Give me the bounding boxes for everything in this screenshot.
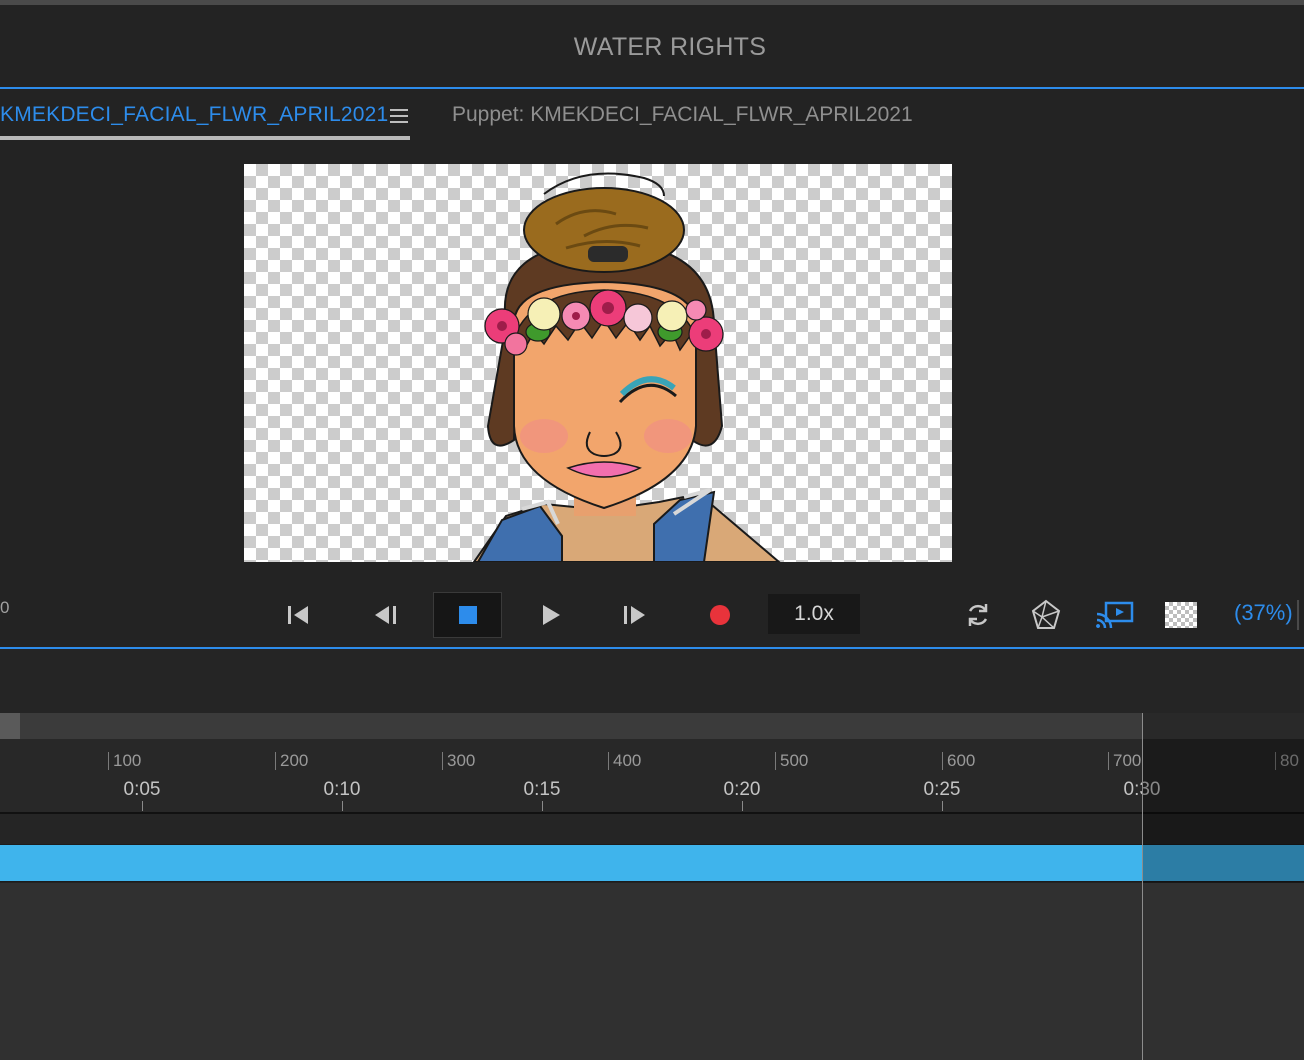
scene-end-region: [1143, 713, 1304, 883]
ruler-tick: [942, 801, 943, 811]
title-divider: [0, 87, 1304, 89]
frame-counter: 0: [0, 598, 10, 617]
skip-to-start-icon: [288, 606, 308, 624]
scene-track-bar[interactable]: [0, 844, 1304, 882]
time-label: 0:25: [923, 779, 961, 800]
play-icon: [543, 605, 560, 625]
track-area[interactable]: [0, 883, 1304, 1060]
track-spacer: [0, 814, 1304, 844]
ruler-tick: [342, 801, 343, 811]
frame-label: 400: [608, 752, 641, 770]
loop-button[interactable]: [958, 592, 998, 638]
cast-preview-icon: [1096, 601, 1134, 629]
frame-label: 300: [442, 752, 475, 770]
panel-edge: [1297, 600, 1299, 630]
stop-icon: [458, 606, 477, 624]
time-label: 0:10: [323, 779, 361, 800]
transparency-toggle-button[interactable]: [1162, 592, 1200, 638]
stop-button[interactable]: [433, 592, 502, 638]
panel-menu-icon[interactable]: [390, 109, 408, 125]
record-button[interactable]: [699, 592, 741, 638]
scene-end-marker[interactable]: [1142, 713, 1143, 1060]
transparency-grid-icon: [1165, 602, 1197, 628]
play-button[interactable]: [530, 592, 572, 638]
step-back-icon: [375, 606, 396, 624]
ruler-tick: [142, 801, 143, 811]
mesh-toggle-button[interactable]: [1026, 592, 1066, 638]
record-icon: [710, 605, 730, 625]
zoom-level[interactable]: (37%): [1234, 600, 1293, 626]
frame-label: 200: [275, 752, 308, 770]
scene-title: WATER RIGHTS: [573, 33, 767, 61]
time-ruler[interactable]: [0, 739, 1304, 813]
scrollbar-thumb[interactable]: [0, 713, 20, 739]
time-label: 0:05: [123, 779, 161, 800]
step-forward-button[interactable]: [614, 592, 656, 638]
frame-label: 500: [775, 752, 808, 770]
step-back-button[interactable]: [364, 592, 406, 638]
ruler-tick: [542, 801, 543, 811]
timeline-header: [0, 649, 1304, 713]
timeline-scrollbar[interactable]: [0, 713, 1304, 739]
time-label: 0:20: [723, 779, 761, 800]
tab-puppet[interactable]: Puppet: KMEKDECI_FACIAL_FLWR_APRIL2021: [452, 103, 913, 127]
frame-label: 700: [1108, 752, 1141, 770]
refresh-icon: [968, 604, 988, 626]
scene-canvas[interactable]: [244, 164, 952, 562]
time-label: 0:15: [523, 779, 561, 800]
step-forward-icon: [624, 606, 645, 624]
puppet-character: [472, 172, 781, 562]
frame-label: 100: [108, 752, 141, 770]
go-to-start-button[interactable]: [278, 592, 320, 638]
playback-speed[interactable]: 1.0x: [768, 594, 860, 634]
frame-label: 600: [942, 752, 975, 770]
ruler-tick: [742, 801, 743, 811]
tab-scene[interactable]: KMEKDECI_FACIAL_FLWR_APRIL2021: [0, 103, 388, 127]
active-tab-indicator: [0, 136, 410, 140]
3d-mesh-icon: [1031, 599, 1061, 629]
stream-preview-button[interactable]: [1092, 592, 1136, 638]
